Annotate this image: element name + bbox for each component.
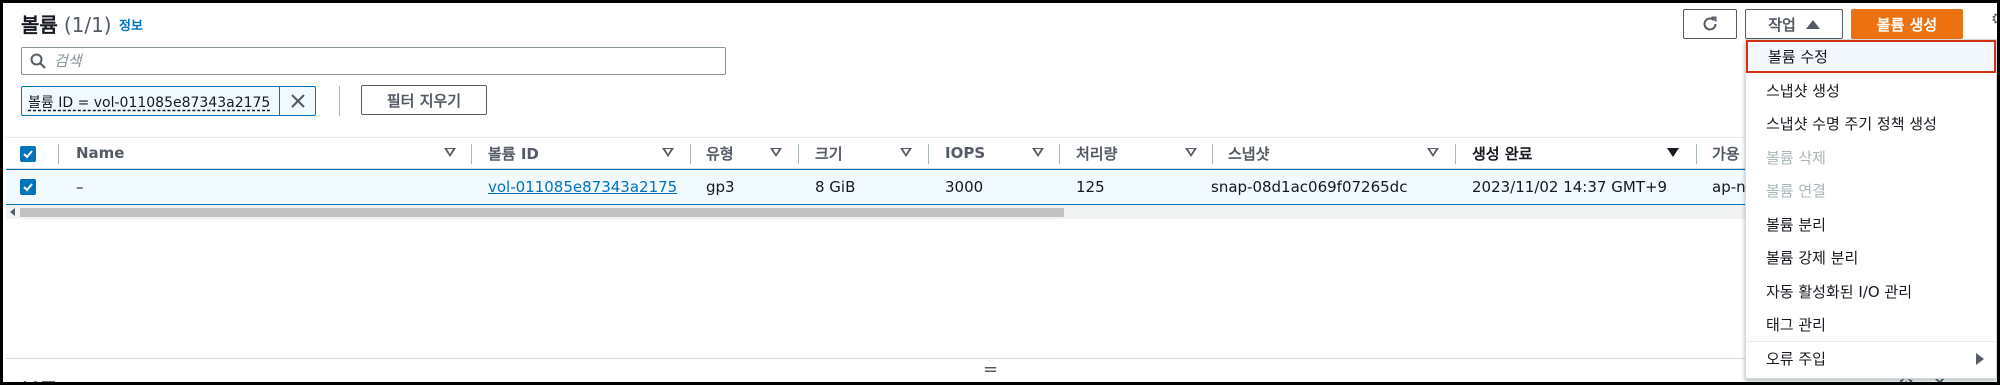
cell-name: – xyxy=(76,178,84,196)
actions-button-label: 작업 xyxy=(1768,15,1796,34)
menu-item-manage-tags[interactable]: 태그 관리 xyxy=(1746,308,1996,341)
refresh-button[interactable] xyxy=(1683,9,1737,39)
info-link[interactable]: 정보 xyxy=(119,15,143,34)
menu-item-force-detach-volume[interactable]: 볼륨 강제 분리 xyxy=(1746,241,1996,274)
cell-created: 2023/11/02 14:37 GMT+9 xyxy=(1472,178,1668,196)
column-divider[interactable] xyxy=(1212,144,1213,164)
cell-snapshot: snap-08d1ac069f07265dc xyxy=(1211,178,1408,196)
table-header: Name 볼륨 ID 유형 크기 IOPS 처리량 스냅샷 생성 완료 가용 xyxy=(6,137,1997,169)
horizontal-scrollbar[interactable] xyxy=(6,205,1997,219)
refresh-icon xyxy=(1703,16,1717,31)
cell-type: gp3 xyxy=(706,178,735,196)
row-checkbox[interactable] xyxy=(20,179,36,195)
column-header-name[interactable]: Name xyxy=(76,138,376,168)
scroll-left-icon[interactable] xyxy=(10,208,15,216)
column-header-iops[interactable]: IOPS xyxy=(945,138,1025,168)
sort-icon[interactable] xyxy=(662,148,674,157)
menu-item-attach-volume: 볼륨 연결 xyxy=(1766,182,1826,200)
clear-filters-button[interactable]: 필터 지우기 xyxy=(361,85,487,115)
column-header-size[interactable]: 크기 xyxy=(815,138,895,168)
menu-item-manage-auto-enabled-io[interactable]: 자동 활성화된 I/O 관리 xyxy=(1746,275,1996,308)
create-volume-button[interactable]: 볼륨 생성 xyxy=(1851,9,1963,39)
column-divider[interactable] xyxy=(928,144,929,164)
cell-throughput: 125 xyxy=(1076,178,1105,196)
settings-icon[interactable]: ⚙ xyxy=(1991,9,1997,28)
divider xyxy=(339,86,340,116)
split-panel-handle[interactable]: = xyxy=(983,359,998,380)
sort-icon[interactable] xyxy=(1185,148,1197,157)
caret-up-icon xyxy=(1805,19,1820,29)
search-input[interactable] xyxy=(54,50,714,72)
check-icon xyxy=(23,183,33,192)
check-icon xyxy=(23,150,33,159)
selection-count: (1/1) xyxy=(63,13,112,37)
submenu-caret-icon xyxy=(1976,353,1984,365)
menu-item-create-snapshot[interactable]: 스냅샷 생성 xyxy=(1746,74,1996,107)
close-icon xyxy=(290,94,305,108)
remove-filter-button[interactable] xyxy=(279,87,315,115)
column-divider[interactable] xyxy=(690,144,691,164)
sort-icon[interactable] xyxy=(444,148,456,157)
details-title: 볼륨 ID: vol-011085e87343a2175 xyxy=(21,375,382,382)
search-field[interactable] xyxy=(21,47,726,75)
page-title-text: 볼륨 xyxy=(21,13,58,37)
cell-size: 8 GiB xyxy=(815,178,856,196)
menu-item-fault-injection[interactable]: 오류 주입 xyxy=(1746,342,1996,375)
filter-token: 볼륨 ID = vol-011085e87343a2175 xyxy=(21,86,316,116)
column-divider[interactable] xyxy=(1696,144,1697,164)
menu-item-fault-injection-label: 오류 주입 xyxy=(1766,350,1826,368)
sort-icon[interactable] xyxy=(1427,148,1439,157)
column-divider xyxy=(58,144,59,164)
column-header-snapshot[interactable]: 스냅샷 xyxy=(1228,138,1348,168)
filter-token-label[interactable]: 볼륨 ID = vol-011085e87343a2175 xyxy=(22,87,279,115)
sort-icon[interactable] xyxy=(1032,148,1044,157)
actions-button[interactable]: 작업 xyxy=(1745,9,1843,39)
column-header-created[interactable]: 생성 완료 xyxy=(1472,138,1612,168)
sort-icon[interactable] xyxy=(770,148,782,157)
cell-volume-id-link[interactable]: vol-011085e87343a2175 xyxy=(488,170,688,204)
column-divider[interactable] xyxy=(471,144,472,164)
split-panel-divider xyxy=(6,358,1997,359)
column-divider[interactable] xyxy=(1059,144,1060,164)
cell-iops: 3000 xyxy=(945,178,984,196)
menu-item-create-lifecycle-policy[interactable]: 스냅샷 수명 주기 정책 생성 xyxy=(1746,107,1996,140)
column-divider[interactable] xyxy=(798,144,799,164)
page-title: 볼륨 (1/1) xyxy=(21,9,112,38)
select-all-checkbox[interactable] xyxy=(20,146,36,162)
column-divider[interactable] xyxy=(1455,144,1456,164)
app-frame: 볼륨(1/1) 정보 작업 볼륨 생성 ⚙ 볼륨 ID = vol-011085… xyxy=(0,0,2000,385)
sort-descending-icon[interactable] xyxy=(1667,148,1679,157)
menu-item-modify-volume[interactable]: 볼륨 수정 xyxy=(1746,40,1996,73)
column-header-volume-id[interactable]: 볼륨 ID xyxy=(488,138,638,168)
column-header-throughput[interactable]: 처리량 xyxy=(1076,138,1166,168)
actions-menu: 볼륨 수정 스냅샷 생성 스냅샷 수명 주기 정책 생성 볼륨 삭제 볼륨 연결… xyxy=(1745,39,1997,379)
search-icon xyxy=(30,53,46,69)
scrollbar-thumb[interactable] xyxy=(20,208,1064,217)
table-row[interactable]: – vol-011085e87343a2175 gp3 8 GiB 3000 1… xyxy=(6,169,1997,205)
menu-item-detach-volume[interactable]: 볼륨 분리 xyxy=(1746,208,1996,241)
menu-item-delete-volume: 볼륨 삭제 xyxy=(1766,149,1826,167)
sort-icon[interactable] xyxy=(900,148,912,157)
